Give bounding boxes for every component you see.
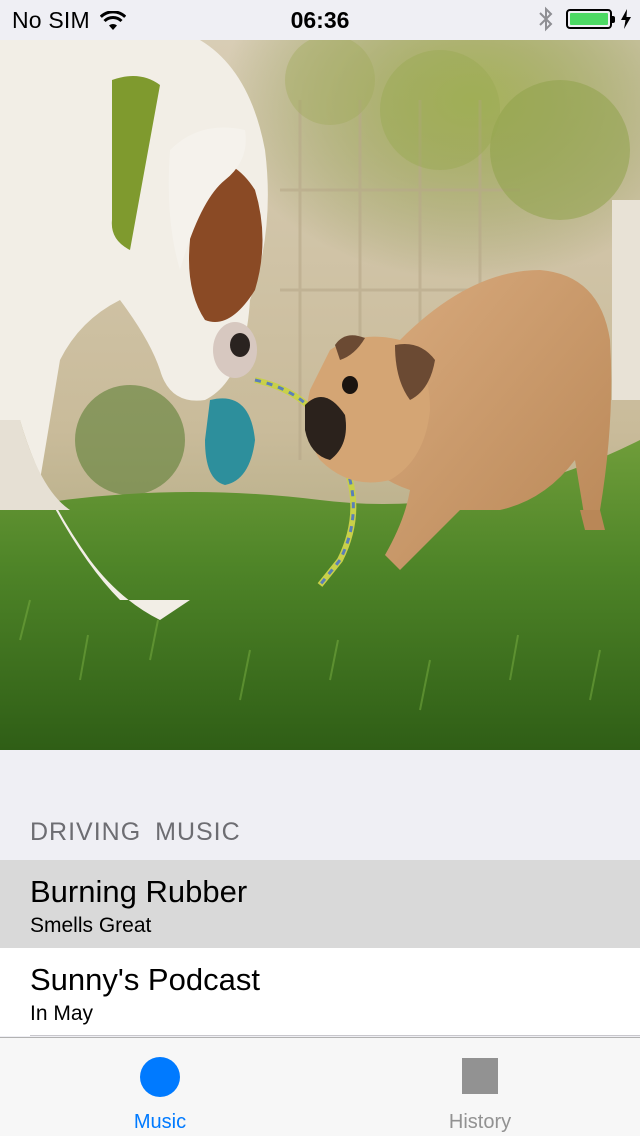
square-icon bbox=[462, 1058, 498, 1094]
list-item[interactable]: Sunny's Podcast In May bbox=[0, 948, 640, 1036]
tab-label-music: Music bbox=[133, 1111, 187, 1133]
bluetooth-icon bbox=[539, 6, 553, 32]
list-item-subtitle: In May bbox=[30, 1002, 94, 1025]
battery-icon bbox=[566, 9, 615, 29]
circle-icon bbox=[140, 1057, 180, 1097]
photo-illustration bbox=[0, 40, 640, 750]
music-list: Burning Rubber Smells Great Sunny's Podc… bbox=[0, 860, 640, 1036]
row-separator bbox=[30, 1035, 640, 1036]
dogs-playing-photo bbox=[0, 40, 640, 750]
app-screen: No SIM 06:36 DRIVING MUSIC Burning Rubbe… bbox=[0, 0, 640, 1136]
battery-cap bbox=[612, 16, 615, 23]
tab-history[interactable]: History bbox=[320, 1038, 640, 1136]
status-bar: No SIM 06:36 bbox=[0, 0, 640, 40]
list-item-title: Burning Rubber bbox=[30, 874, 248, 909]
tab-bar: Music History bbox=[0, 1037, 640, 1136]
tab-label-history: History bbox=[448, 1111, 512, 1133]
list-item[interactable]: Burning Rubber Smells Great bbox=[0, 860, 640, 948]
charging-icon bbox=[621, 9, 631, 29]
status-right bbox=[538, 6, 632, 32]
tab-music[interactable]: Music bbox=[0, 1038, 320, 1136]
section-header: DRIVING MUSIC bbox=[30, 818, 241, 846]
list-item-subtitle: Smells Great bbox=[30, 914, 152, 937]
battery-fill bbox=[570, 13, 608, 25]
list-item-title: Sunny's Podcast bbox=[30, 962, 260, 997]
